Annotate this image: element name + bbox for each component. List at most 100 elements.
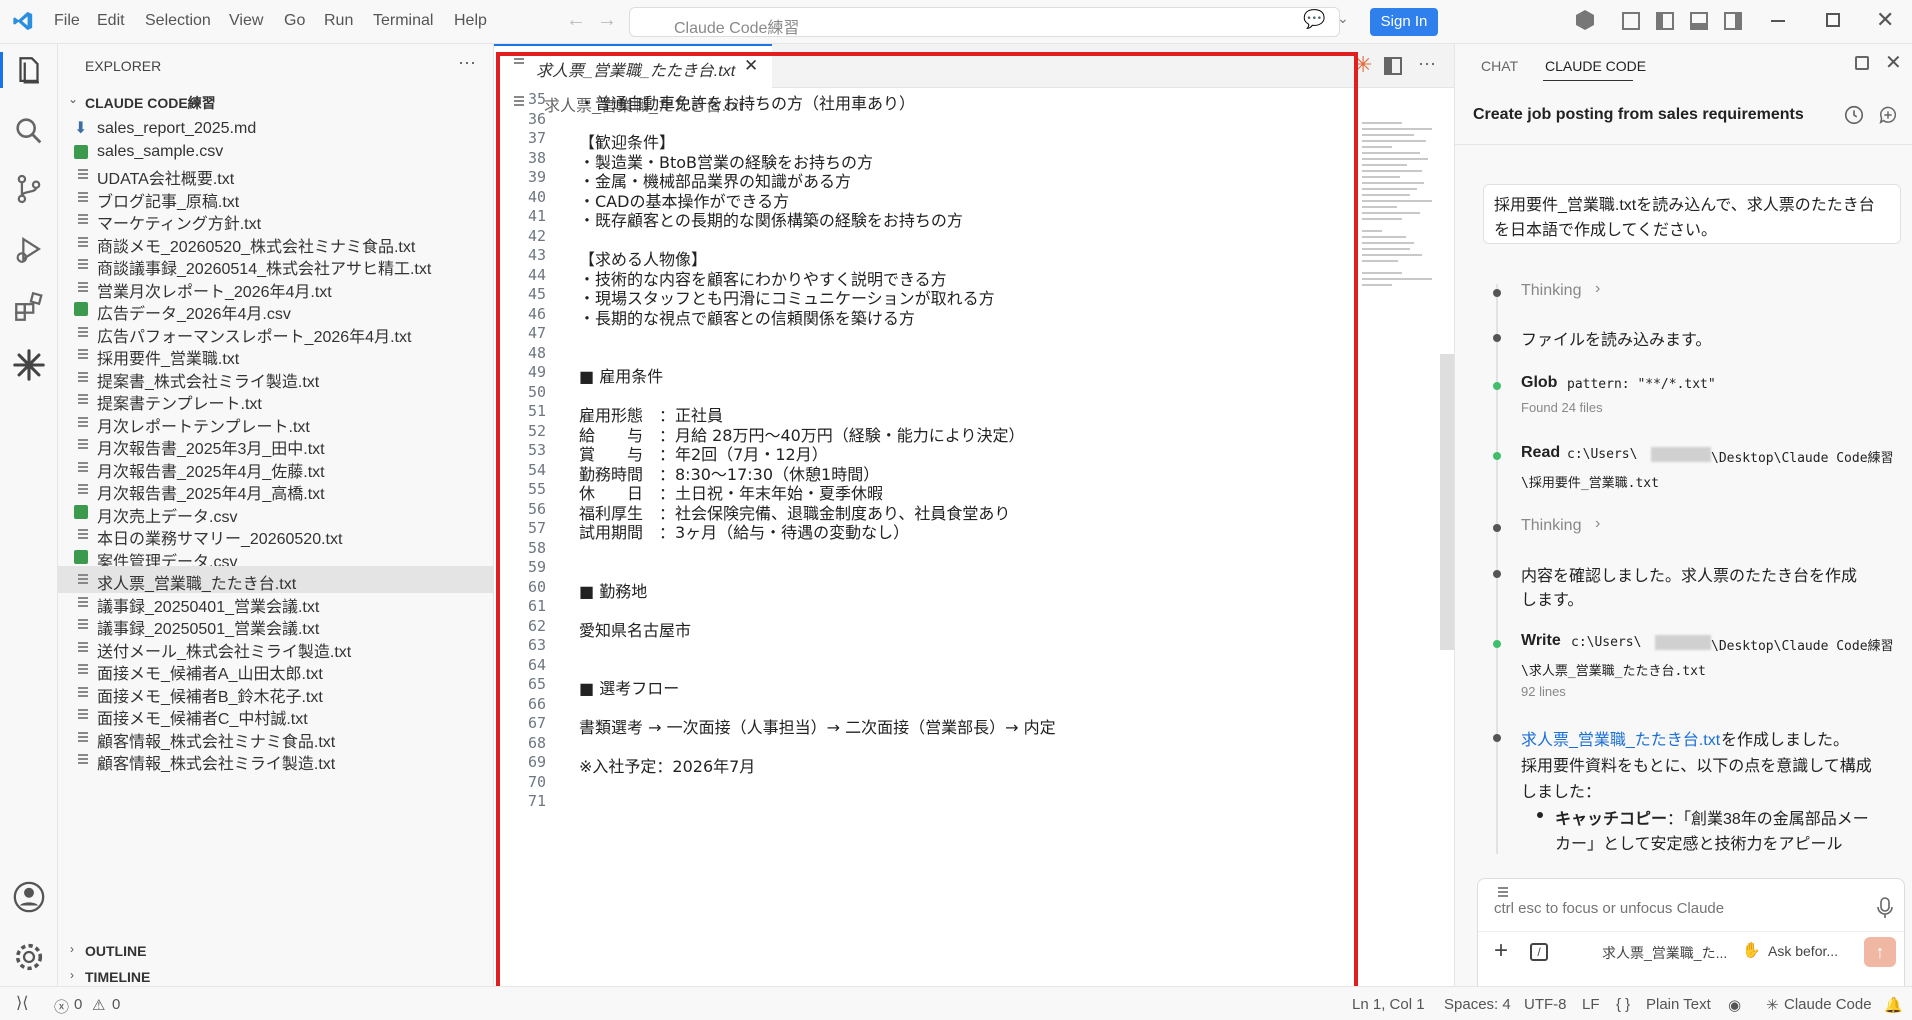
file-name: sales_report_2025.md	[97, 120, 257, 137]
source-control-icon[interactable]	[12, 172, 46, 206]
restore-icon[interactable]	[1826, 13, 1840, 27]
claude-status[interactable]: Claude Code	[1784, 996, 1872, 1013]
tab-job-posting[interactable]: 求人票_営業職_たたき台.txt ✕	[494, 44, 772, 88]
line-number: 63	[527, 636, 546, 654]
menu-file[interactable]: File	[54, 12, 80, 30]
context-file-chip[interactable]: 求人票_営業職_た...	[1602, 943, 1727, 963]
send-arrow-icon[interactable]: ↑	[1864, 937, 1896, 967]
claude-icon[interactable]: ✳	[1354, 52, 1372, 78]
account-icon[interactable]	[12, 880, 46, 914]
menu-view[interactable]: View	[229, 12, 263, 30]
read-arg-file[interactable]: \採用要件_営業職.txt	[1521, 472, 1659, 491]
thinking-step[interactable]: Thinking	[1521, 517, 1581, 535]
claude-asterisk-icon[interactable]	[12, 348, 46, 382]
error-count[interactable]: 0	[74, 996, 82, 1013]
menu-terminal[interactable]: Terminal	[373, 12, 433, 30]
cursor-position[interactable]: Ln 1, Col 1	[1352, 996, 1425, 1013]
sign-in-button[interactable]: Sign In	[1370, 8, 1438, 36]
command-center-search[interactable]: Claude Code練習	[629, 7, 1340, 37]
chat-bubble-icon[interactable]: 💬	[1303, 9, 1325, 30]
active-indicator	[0, 52, 3, 88]
chevron-down-icon[interactable]: ⌄	[1337, 10, 1349, 27]
history-clock-icon[interactable]	[1843, 104, 1865, 126]
text-file-icon	[78, 709, 88, 719]
minimap[interactable]	[1356, 114, 1446, 314]
text-file-icon	[78, 484, 88, 494]
remote-icon[interactable]: ⟩⟨	[16, 993, 28, 1013]
line-number: 51	[527, 402, 546, 420]
slash-command-icon[interactable]: /	[1530, 943, 1548, 961]
line-number: 53	[527, 441, 546, 459]
ask-before-mode[interactable]: Ask befor...	[1768, 943, 1838, 959]
toggle-panel-icon[interactable]	[1690, 12, 1708, 30]
step-dot	[1493, 734, 1501, 742]
tab-label: 求人票_営業職_たたき台.txt	[536, 63, 736, 80]
outline-section[interactable]: › OUTLINE	[58, 938, 494, 964]
menu-run[interactable]: Run	[324, 12, 353, 30]
line-number: 38	[527, 148, 546, 167]
error-icon[interactable]: ⓧ	[54, 996, 69, 1017]
menu-go[interactable]: Go	[284, 12, 305, 30]
forward-arrow-icon[interactable]: →	[597, 9, 617, 32]
text-file-icon	[78, 596, 88, 607]
close-tab-icon[interactable]: ✕	[744, 56, 758, 76]
text-file-icon	[78, 281, 88, 292]
layout-grid-icon[interactable]	[1622, 12, 1640, 30]
close-window-icon[interactable]: ✕	[1876, 7, 1894, 33]
write-arg-file[interactable]: \求人票_営業職_たたき台.txt	[1521, 660, 1706, 679]
vertical-scrollbar[interactable]	[1440, 354, 1454, 650]
notifications-bell-icon[interactable]: 🔔	[1884, 996, 1903, 1014]
extensions-icon[interactable]	[12, 290, 46, 324]
markdown-file-icon: ⬇	[74, 120, 88, 137]
chevron-right-icon[interactable]: ›	[1595, 280, 1600, 298]
file-name: 顧客情報_株式会社ミライ製造.txt	[97, 756, 336, 773]
warning-icon[interactable]: ⚠	[92, 996, 105, 1014]
warning-count[interactable]: 0	[112, 996, 120, 1013]
more-actions-icon[interactable]: ···	[458, 52, 476, 73]
explorer-files-icon[interactable]	[12, 54, 46, 88]
tab-claude-code[interactable]: CLAUDE CODE	[1545, 58, 1646, 74]
line-ending[interactable]: LF	[1582, 996, 1600, 1013]
chevron-right-icon[interactable]: ›	[1595, 515, 1600, 533]
new-chat-icon[interactable]	[1877, 104, 1899, 126]
menu-selection[interactable]: Selection	[145, 12, 211, 30]
toggle-sidebar-icon[interactable]	[1656, 12, 1674, 30]
encoding[interactable]: UTF-8	[1524, 996, 1567, 1013]
timeline-section[interactable]: › TIMELINE	[58, 965, 494, 987]
project-folder-header[interactable]: ⌄ CLAUDE CODE練習	[58, 90, 494, 114]
line-number: 40	[527, 187, 546, 206]
run-debug-icon[interactable]	[12, 232, 46, 266]
settings-gear-icon[interactable]	[12, 940, 46, 974]
text-file-icon	[78, 574, 88, 584]
toggle-secondary-sidebar-icon[interactable]	[1724, 12, 1742, 30]
more-actions-icon[interactable]: ···	[1418, 53, 1436, 74]
search-icon[interactable]	[12, 114, 46, 148]
maximize-panel-icon[interactable]	[1855, 56, 1869, 70]
menu-help[interactable]: Help	[454, 12, 487, 30]
summary-text-1: 採用要件資料をもとに、以下の点を意識して構成	[1521, 758, 1872, 775]
split-editor-icon[interactable]	[1384, 57, 1402, 75]
microphone-icon[interactable]	[1876, 897, 1894, 919]
text-file-icon	[78, 259, 88, 269]
copilot-icon[interactable]: ◉	[1728, 996, 1741, 1014]
thinking-step[interactable]: Thinking	[1521, 282, 1581, 300]
add-attachment-icon[interactable]: +	[1494, 937, 1508, 965]
tab-chat[interactable]: CHAT	[1481, 58, 1518, 74]
activity-bar	[0, 44, 58, 986]
created-file-link[interactable]: 求人票_営業職_たたき台.txt	[1521, 726, 1720, 750]
file-item[interactable]: 顧客情報_株式会社ミライ製造.txt	[58, 746, 494, 773]
braces-icon: { }	[1616, 996, 1631, 1013]
chat-input[interactable]	[1494, 895, 1854, 921]
close-panel-icon[interactable]: ✕	[1885, 50, 1902, 75]
csv-file-icon	[74, 504, 88, 519]
bullet-title: キャッチコピー	[1555, 811, 1668, 828]
menu-edit[interactable]: Edit	[97, 12, 125, 30]
minimize-icon[interactable]	[1771, 20, 1785, 22]
line-number: 68	[527, 733, 546, 752]
cube-icon[interactable]	[1576, 10, 1594, 30]
code-line[interactable]: 71	[494, 792, 1394, 816]
indentation[interactable]: Spaces: 4	[1444, 996, 1511, 1013]
back-arrow-icon[interactable]: ←	[566, 9, 586, 32]
hand-icon[interactable]: ✋	[1742, 941, 1761, 959]
language-mode[interactable]: Plain Text	[1646, 996, 1711, 1013]
